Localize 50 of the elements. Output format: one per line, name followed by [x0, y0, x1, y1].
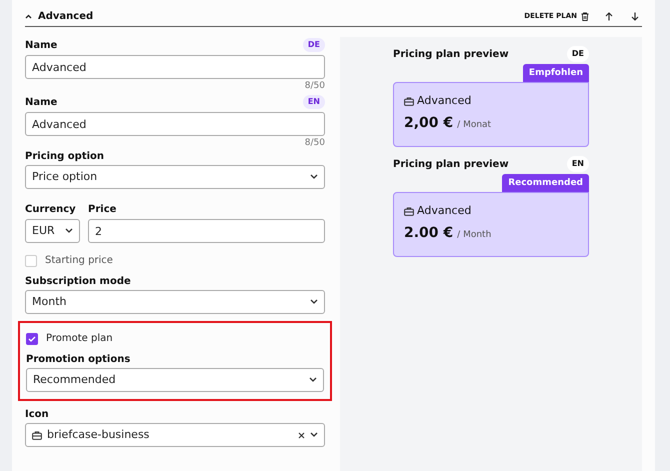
select-field[interactable]: EUR	[25, 219, 80, 243]
move-down-button[interactable]	[631, 12, 639, 20]
chevron-down-icon	[310, 174, 318, 180]
text-field[interactable]: Advanced	[25, 55, 325, 79]
recommendation-badge: Empfohlen	[522, 64, 589, 82]
text-field[interactable]: Advanced	[25, 112, 325, 136]
plan-price: 2.00 €	[404, 224, 454, 242]
language-badge: EN	[566, 156, 589, 172]
plan-period: / Month	[457, 228, 492, 242]
character-counter: 8/50	[304, 138, 325, 149]
chevron-down-icon	[310, 299, 318, 305]
preview-title: Pricing plan preview	[393, 158, 509, 172]
check-icon	[28, 336, 36, 342]
section-toggle[interactable]: Advanced	[25, 8, 94, 24]
chevron-down-icon	[310, 432, 318, 438]
clear-icon[interactable]	[298, 432, 305, 438]
checkbox[interactable]	[26, 332, 38, 344]
preview-title: Pricing plan preview	[393, 48, 509, 62]
plan-name: Advanced	[417, 203, 472, 219]
chevron-up-icon	[25, 14, 32, 18]
recommendation-badge: Recommended	[502, 174, 589, 192]
select-field[interactable]: Month	[25, 290, 325, 314]
checkbox-label: Promote plan	[46, 332, 113, 346]
language-badge: DE	[302, 38, 325, 52]
field-label: Subscription mode	[25, 276, 132, 288]
select-field[interactable]: briefcase-business	[25, 423, 325, 447]
select-field[interactable]: Recommended	[26, 368, 324, 392]
checkbox-label: Starting price	[45, 254, 113, 268]
checkbox[interactable]	[25, 254, 37, 266]
plan-name: Advanced	[417, 93, 472, 109]
field-label: Name	[25, 40, 58, 52]
select-field[interactable]: Price option	[25, 165, 325, 189]
field-label: Name	[25, 97, 58, 109]
field-label: Icon	[25, 409, 50, 421]
briefcase-icon	[404, 96, 414, 106]
price-field[interactable]: 2	[88, 219, 325, 243]
briefcase-icon	[404, 206, 414, 216]
language-badge: DE	[566, 46, 589, 62]
move-up-button[interactable]	[605, 12, 613, 20]
field-label: Promotion options	[26, 354, 132, 366]
chevron-down-icon	[65, 228, 73, 234]
plan-price: 2,00 €	[404, 114, 454, 132]
trash-icon	[581, 12, 589, 20]
field-label: Currency	[25, 204, 77, 216]
chevron-down-icon	[309, 377, 317, 383]
character-counter: 8/50	[304, 81, 325, 92]
field-label: Price	[88, 204, 118, 216]
plan-period: / Monat	[457, 118, 492, 132]
language-badge: EN	[302, 95, 325, 109]
field-label: Pricing option	[25, 151, 106, 163]
